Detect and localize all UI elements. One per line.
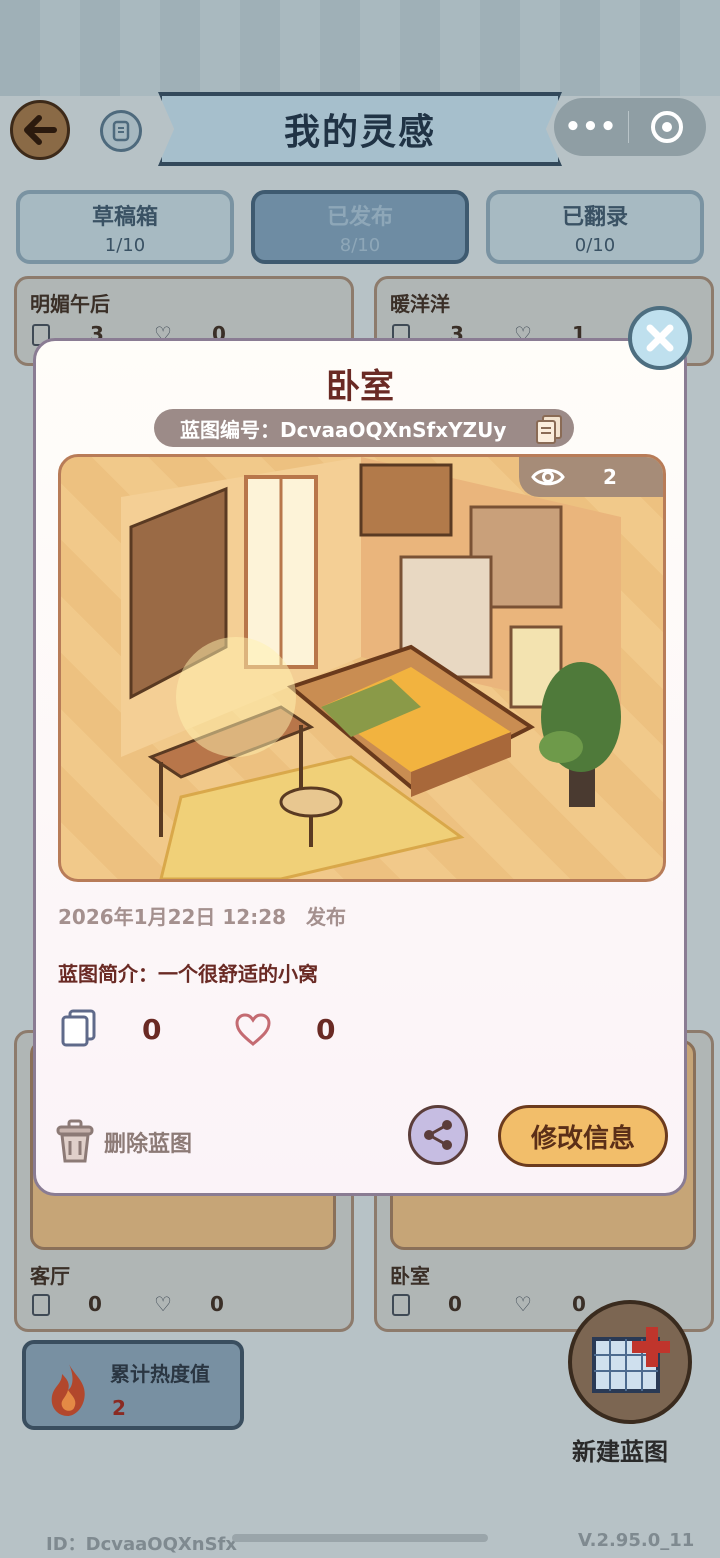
heat-value-panel: 累计热度值 2: [22, 1340, 244, 1430]
tab-count: 0/10: [574, 234, 616, 256]
arrow-left-icon: [24, 115, 57, 145]
flame-icon: [51, 1362, 85, 1416]
copy-code-icon[interactable]: [534, 413, 564, 445]
copy-icon: [392, 1294, 410, 1316]
delete-label: 删除蓝图: [104, 1132, 193, 1157]
share-button[interactable]: [408, 1105, 468, 1165]
page-title-banner: 我的灵感: [158, 92, 562, 166]
home-indicator[interactable]: [232, 1534, 488, 1542]
tab-label: 已发布: [326, 204, 393, 230]
new-blueprint-icon: [592, 1327, 670, 1393]
page-title: 我的灵感: [283, 112, 436, 153]
back-button[interactable]: [10, 100, 70, 160]
tab-count: 1/10: [104, 234, 146, 256]
heart-icon[interactable]: [234, 1013, 272, 1047]
views-count: 2: [603, 465, 617, 489]
modal-copies-count: 0: [142, 1013, 162, 1046]
modal-title: 卧室: [326, 367, 394, 407]
publish-date: 2026年1月22日 12:28: [58, 905, 287, 929]
new-blueprint-button[interactable]: [568, 1300, 692, 1424]
scroll-icon-button[interactable]: [100, 110, 142, 152]
card-name: 客厅: [30, 1264, 70, 1288]
blueprint-code: 蓝图编号：DcvaaOQXnSfxYZUy: [180, 417, 507, 442]
blueprint-preview-image: 2: [58, 454, 666, 882]
heat-label: 累计热度值: [110, 1362, 210, 1386]
heat-value: 2: [112, 1396, 126, 1420]
target-icon: [651, 111, 683, 143]
trash-icon: [56, 1119, 94, 1163]
more-menu-button[interactable]: •••: [554, 112, 628, 142]
tab-drafts[interactable]: 草稿箱 1/10: [16, 190, 234, 264]
heart-icon: ♡: [154, 1292, 172, 1316]
tab-label: 草稿箱: [91, 204, 158, 230]
blueprint-code-pill: 蓝图编号：DcvaaOQXnSfxYZUy: [154, 409, 574, 447]
delete-blueprint-button[interactable]: 删除蓝图: [54, 1119, 192, 1165]
eye-icon: [531, 468, 565, 486]
user-id: ID：DcvaaOQXnSfx: [46, 1534, 237, 1555]
card-name: 卧室: [390, 1264, 430, 1288]
publish-status: 发布: [306, 905, 346, 929]
new-blueprint-label: 新建蓝图: [572, 1438, 668, 1466]
bedroom-illustration: [121, 457, 621, 879]
tab-copied[interactable]: 已翻录 0/10: [486, 190, 704, 264]
scroll-icon: [112, 120, 130, 142]
version-text: V.2.95.0_11: [578, 1530, 695, 1551]
tab-label: 已翻录: [561, 204, 628, 230]
header-background: [0, 0, 720, 96]
share-icon: [424, 1120, 452, 1150]
blueprint-detail-modal: 卧室 蓝图编号：DcvaaOQXnSfxYZUy 2 2026年1月22日 12…: [33, 338, 687, 1196]
card-copies: 0: [448, 1292, 462, 1316]
card-copies: 0: [88, 1292, 102, 1316]
card-name: 暖洋洋: [390, 292, 450, 316]
card-likes: 0: [572, 1292, 586, 1316]
card-name: 明媚午后: [30, 292, 110, 316]
heart-icon: ♡: [514, 1292, 532, 1316]
edit-info-label: 修改信息: [530, 1123, 635, 1154]
modal-likes-count: 0: [316, 1013, 336, 1046]
edit-info-button[interactable]: 修改信息: [498, 1105, 668, 1167]
close-modal-button[interactable]: [628, 306, 692, 370]
tab-count: 8/10: [339, 234, 381, 256]
close-icon: [646, 324, 674, 352]
views-badge: 2: [519, 457, 663, 497]
blueprint-intro: 蓝图简介：一个很舒适的小窝: [58, 962, 318, 986]
copy-icon: [61, 1009, 96, 1047]
copy-icon: [32, 1294, 50, 1316]
close-miniprogram-button[interactable]: [629, 111, 705, 143]
card-likes: 0: [210, 1292, 224, 1316]
tab-published[interactable]: 已发布 8/10: [251, 190, 469, 264]
miniprogram-capsule: •••: [554, 98, 706, 156]
